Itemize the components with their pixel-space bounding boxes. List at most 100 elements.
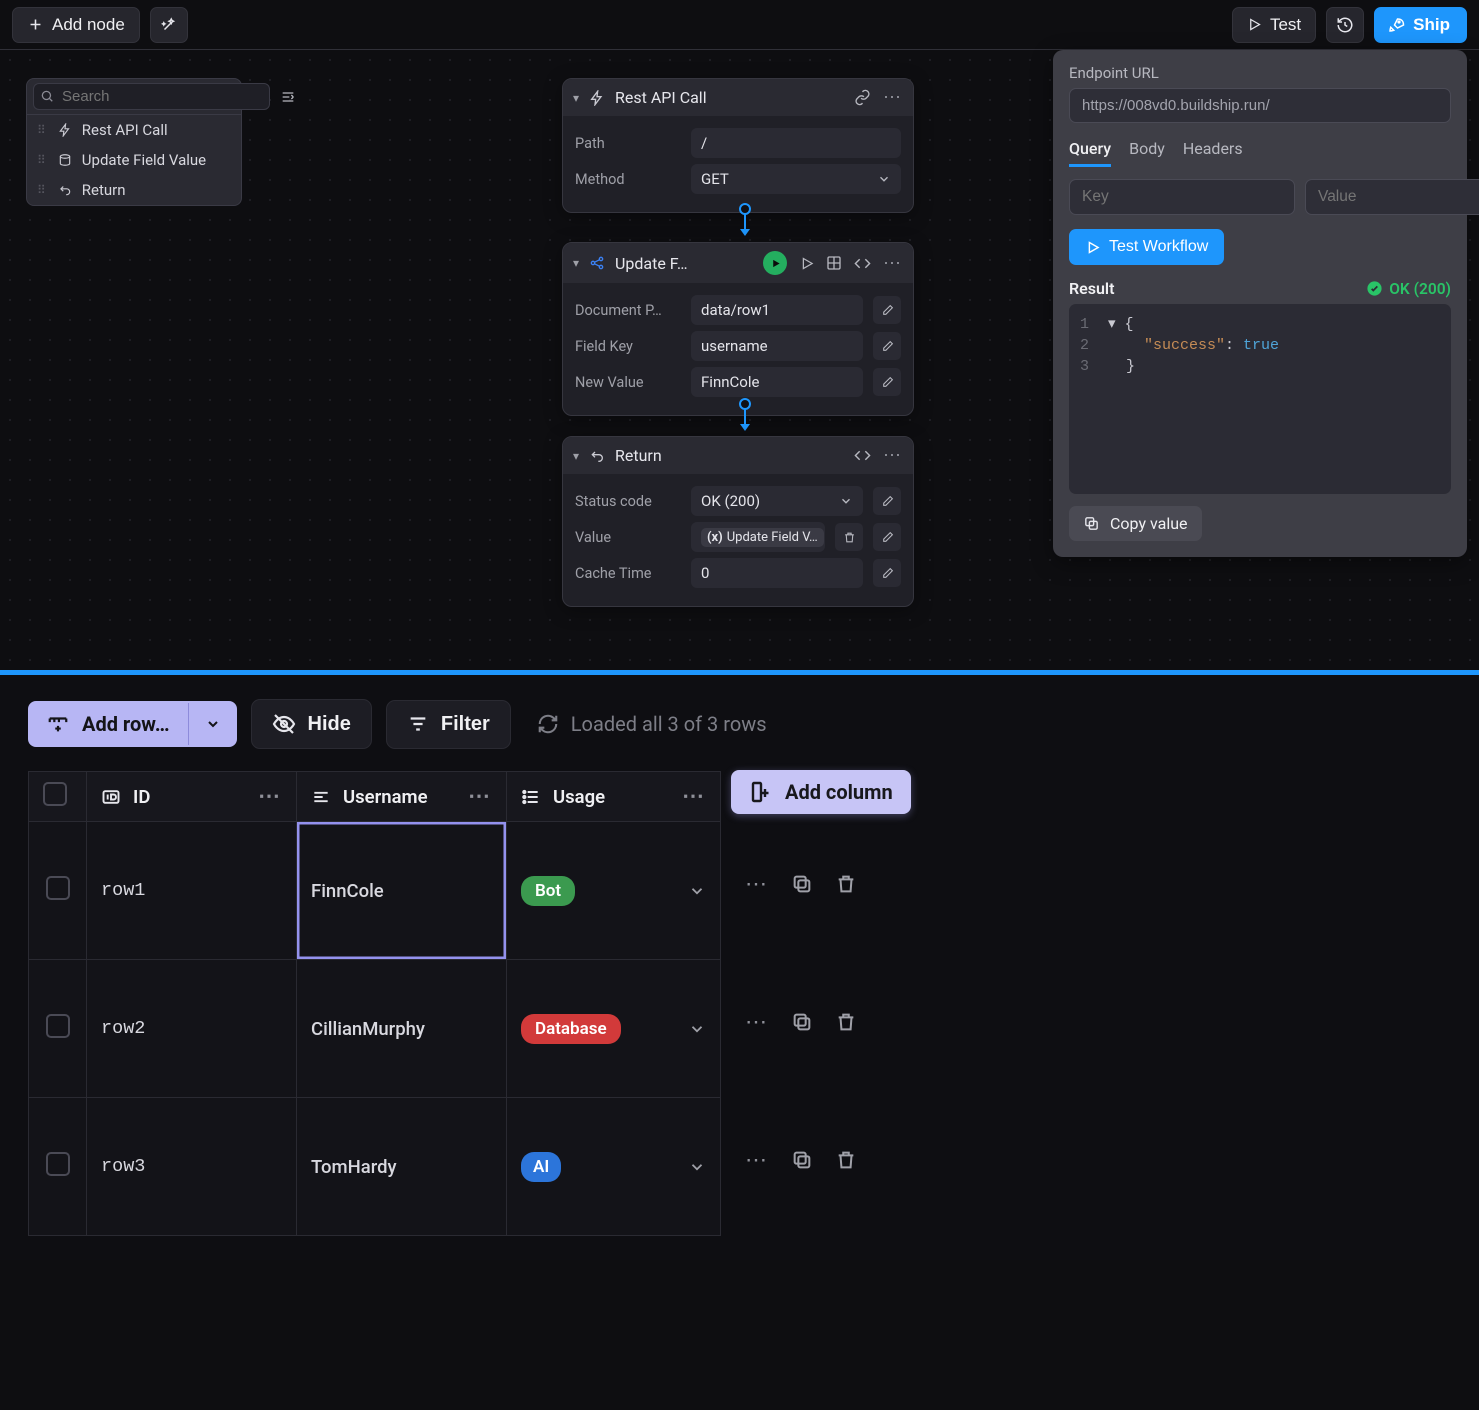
- copy-icon[interactable]: [791, 1011, 813, 1033]
- column-more-button[interactable]: ⋯: [468, 784, 492, 809]
- id-cell[interactable]: row3: [87, 1098, 297, 1236]
- collapse-palette-button[interactable]: [276, 85, 300, 109]
- history-button[interactable]: [1326, 7, 1364, 43]
- play-outline-icon[interactable]: [799, 256, 814, 271]
- edit-button[interactable]: [873, 368, 901, 396]
- tab-body[interactable]: Body: [1129, 139, 1165, 167]
- document-path-input[interactable]: data/row1: [691, 295, 863, 325]
- new-value-input[interactable]: FinnCole: [691, 367, 863, 397]
- add-column-button[interactable]: Add column: [731, 770, 911, 814]
- node-more-button[interactable]: ⋯: [883, 253, 903, 274]
- username-cell[interactable]: FinnCole: [297, 822, 507, 960]
- trash-icon[interactable]: [835, 1149, 857, 1171]
- pencil-icon: [881, 304, 894, 317]
- endpoint-url-input[interactable]: [1069, 88, 1451, 123]
- node-more-button[interactable]: ⋯: [883, 445, 903, 466]
- play-icon: [1085, 240, 1100, 255]
- test-button[interactable]: Test: [1232, 7, 1316, 43]
- filter-button[interactable]: Filter: [386, 700, 511, 749]
- magic-button[interactable]: [150, 7, 188, 43]
- column-more-button[interactable]: ⋯: [682, 784, 706, 809]
- delete-value-button[interactable]: [835, 523, 863, 551]
- copy-value-button[interactable]: Copy value: [1069, 506, 1202, 541]
- add-row-button[interactable]: Add row…: [28, 701, 188, 747]
- wand-icon: [160, 16, 178, 34]
- lightning-icon: [589, 90, 605, 106]
- copy-icon[interactable]: [791, 1149, 813, 1171]
- id-cell[interactable]: row1: [87, 822, 297, 960]
- row-checkbox[interactable]: [46, 1152, 70, 1176]
- field-key-input[interactable]: username: [691, 331, 863, 361]
- pencil-icon: [881, 376, 894, 389]
- trash-icon[interactable]: [835, 1011, 857, 1033]
- node-title: Rest API Call: [615, 88, 844, 107]
- select-all-checkbox[interactable]: [43, 782, 67, 806]
- edit-button[interactable]: [873, 559, 901, 587]
- chevron-down-icon[interactable]: [688, 1020, 706, 1038]
- code-icon[interactable]: [854, 255, 871, 272]
- param-key-input[interactable]: [1069, 179, 1295, 215]
- database-icon: [58, 153, 72, 167]
- palette-item-return[interactable]: ⠿ Return: [27, 175, 241, 205]
- usage-cell[interactable]: AI: [507, 1098, 721, 1236]
- ship-button[interactable]: Ship: [1374, 7, 1467, 43]
- filter-icon: [407, 713, 429, 735]
- usage-cell[interactable]: Bot: [507, 822, 721, 960]
- row-more-button[interactable]: ⋯: [745, 1148, 769, 1173]
- row-checkbox[interactable]: [46, 1014, 70, 1038]
- usage-cell[interactable]: Database: [507, 960, 721, 1098]
- test-label: Test: [1270, 15, 1301, 35]
- row-checkbox[interactable]: [46, 876, 70, 900]
- status-code-select[interactable]: OK (200): [691, 486, 863, 516]
- username-cell[interactable]: CillianMurphy: [297, 960, 507, 1098]
- node-search-input[interactable]: [33, 83, 270, 110]
- row-more-button[interactable]: ⋯: [745, 872, 769, 897]
- id-cell[interactable]: row2: [87, 960, 297, 1098]
- hide-button[interactable]: Hide: [251, 699, 372, 749]
- username-cell[interactable]: TomHardy: [297, 1098, 507, 1236]
- tab-headers[interactable]: Headers: [1183, 139, 1243, 167]
- hide-label: Hide: [308, 713, 351, 736]
- node-update-field[interactable]: ▾ Update F… ⋯ Document P… data/row1: [562, 242, 914, 416]
- row-more-button[interactable]: ⋯: [745, 1010, 769, 1035]
- node-collapse-toggle[interactable]: ▾: [573, 91, 579, 105]
- node-collapse-toggle[interactable]: ▾: [573, 256, 579, 270]
- palette-item-update-field[interactable]: ⠿ Update Field Value: [27, 145, 241, 175]
- param-value-input[interactable]: [1305, 179, 1479, 215]
- edit-button[interactable]: [873, 296, 901, 324]
- link-icon[interactable]: [854, 89, 871, 106]
- result-code[interactable]: 1 ▾ { 2 "success": true 3 }: [1069, 304, 1451, 494]
- edit-button[interactable]: [873, 332, 901, 360]
- eye-off-icon: [272, 712, 296, 736]
- path-label: Path: [575, 135, 681, 152]
- cache-time-input[interactable]: 0: [691, 558, 863, 588]
- palette-item-rest-api[interactable]: ⠿ Rest API Call: [27, 115, 241, 145]
- edit-button[interactable]: [873, 523, 901, 551]
- add-row-button-group: Add row…: [28, 701, 237, 747]
- run-node-button[interactable]: [763, 251, 787, 275]
- value-input[interactable]: (x) Update Field V…: [691, 522, 825, 552]
- node-return[interactable]: ▾ Return ⋯ Status code OK (200) Value: [562, 436, 914, 607]
- grid-icon[interactable]: [826, 255, 842, 271]
- node-rest-api[interactable]: ▾ Rest API Call ⋯ Path / Method GET: [562, 78, 914, 213]
- code-icon[interactable]: [854, 447, 871, 464]
- chevron-down-icon[interactable]: [688, 1158, 706, 1176]
- ship-label: Ship: [1413, 15, 1450, 35]
- copy-icon[interactable]: [791, 873, 813, 895]
- path-input[interactable]: /: [691, 128, 901, 158]
- edit-button[interactable]: [873, 487, 901, 515]
- method-label: Method: [575, 171, 681, 188]
- node-collapse-toggle[interactable]: ▾: [573, 449, 579, 463]
- plus-icon: [27, 16, 44, 33]
- method-select[interactable]: GET: [691, 164, 901, 194]
- add-node-button[interactable]: Add node: [12, 7, 140, 43]
- node-more-button[interactable]: ⋯: [883, 87, 903, 108]
- document-path-label: Document P…: [575, 302, 681, 319]
- filter-label: Filter: [441, 713, 490, 736]
- column-more-button[interactable]: ⋯: [258, 784, 282, 809]
- test-workflow-button[interactable]: Test Workflow: [1069, 229, 1224, 265]
- chevron-down-icon[interactable]: [688, 882, 706, 900]
- trash-icon[interactable]: [835, 873, 857, 895]
- add-row-dropdown[interactable]: [188, 703, 237, 745]
- tab-query[interactable]: Query: [1069, 139, 1111, 167]
